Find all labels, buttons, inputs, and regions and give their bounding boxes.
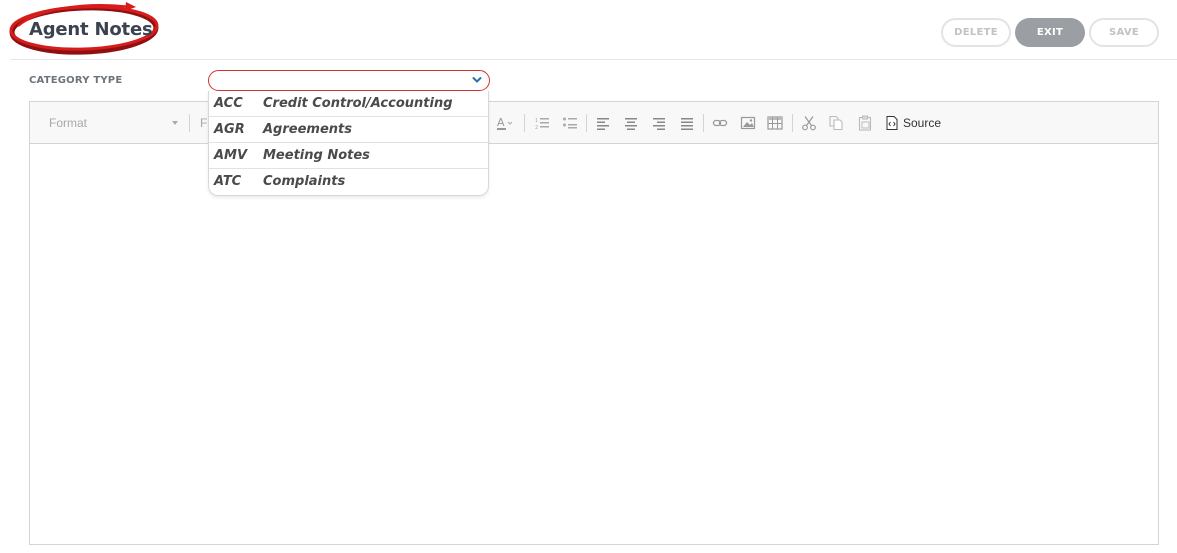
- font-dropdown[interactable]: F: [200, 116, 207, 130]
- toolbar-separator: [792, 114, 793, 132]
- text-color-icon[interactable]: A: [496, 115, 512, 131]
- paste-icon[interactable]: [857, 115, 873, 131]
- align-justify-icon[interactable]: [679, 115, 695, 131]
- delete-button[interactable]: DELETE: [941, 18, 1011, 47]
- header-divider: [10, 59, 1177, 60]
- link-icon[interactable]: [712, 115, 728, 131]
- toolbar-separator: [586, 114, 587, 132]
- agent-notes-page: Agent Notes DELETE EXIT SAVE CATEGORY TY…: [0, 0, 1177, 553]
- image-icon[interactable]: [740, 115, 756, 131]
- numbered-list-icon[interactable]: 1 2: [534, 115, 550, 131]
- rich-text-editor: Format F A 1 2 Source: [29, 101, 1159, 545]
- svg-text:A: A: [497, 116, 505, 129]
- source-button[interactable]: Source: [903, 116, 941, 130]
- option-name: Meeting Notes: [263, 148, 370, 163]
- toolbar-separator: [703, 114, 704, 132]
- option-code: AGR: [214, 122, 245, 137]
- save-button[interactable]: SAVE: [1089, 18, 1159, 47]
- toolbar-separator: [189, 114, 190, 132]
- copy-icon[interactable]: [828, 115, 844, 131]
- category-option-atc[interactable]: ATC Complaints: [209, 169, 488, 195]
- svg-text:1: 1: [535, 118, 538, 124]
- option-code: ACC: [214, 96, 243, 111]
- option-name: Credit Control/Accounting: [263, 96, 453, 111]
- agent-notes-logo: Agent Notes: [8, 2, 164, 56]
- bulleted-list-icon[interactable]: [562, 115, 578, 131]
- format-caret-icon: [172, 121, 178, 125]
- category-dropdown-list: ACC Credit Control/Accounting AGR Agreem…: [208, 91, 489, 196]
- category-type-label: CATEGORY TYPE: [29, 75, 123, 86]
- option-code: AMV: [214, 148, 248, 163]
- cut-icon[interactable]: [801, 115, 817, 131]
- page-title: Agent Notes: [29, 19, 153, 40]
- option-code: ATC: [214, 174, 242, 189]
- exit-button[interactable]: EXIT: [1015, 18, 1085, 47]
- category-option-amv[interactable]: AMV Meeting Notes: [209, 143, 488, 169]
- svg-text:2: 2: [535, 125, 538, 131]
- format-dropdown[interactable]: Format: [49, 116, 87, 130]
- align-left-icon[interactable]: [595, 115, 611, 131]
- category-type-select[interactable]: [208, 70, 490, 91]
- category-option-acc[interactable]: ACC Credit Control/Accounting: [209, 91, 488, 117]
- editor-toolbar: Format F A 1 2 Source: [30, 102, 1158, 144]
- category-option-agr[interactable]: AGR Agreements: [209, 117, 488, 143]
- source-code-icon[interactable]: [886, 116, 898, 130]
- editor-content-area[interactable]: [30, 144, 1158, 544]
- align-right-icon[interactable]: [651, 115, 667, 131]
- option-name: Complaints: [263, 174, 346, 189]
- table-icon[interactable]: [767, 115, 783, 131]
- toolbar-separator: [524, 114, 525, 132]
- chevron-down-icon: [472, 77, 482, 83]
- align-center-icon[interactable]: [623, 115, 639, 131]
- option-name: Agreements: [263, 122, 352, 137]
